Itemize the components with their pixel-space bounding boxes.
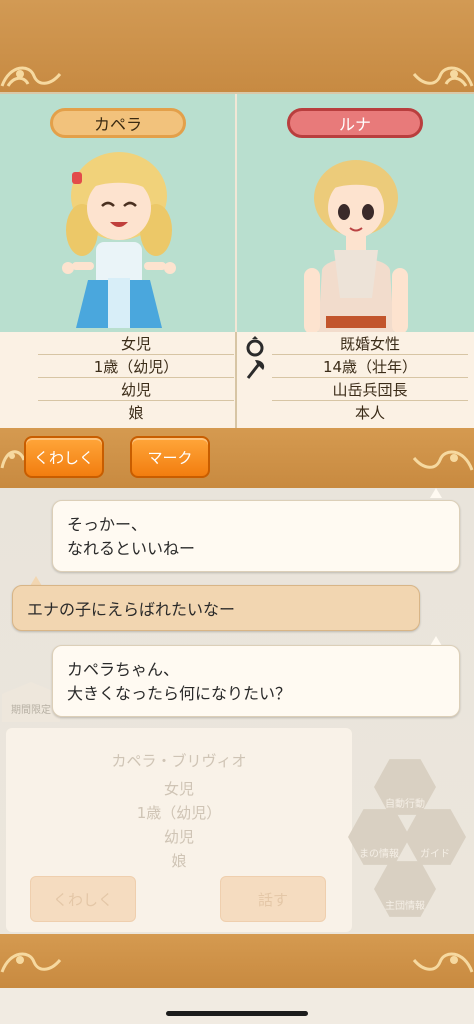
top-frame <box>0 0 474 92</box>
chat-message-3-line-2: 大きくなったら何になりたい？ <box>67 684 292 703</box>
bg-details-button: くわしく <box>30 876 136 922</box>
right-info-age: 14歳（壮年） <box>272 355 468 378</box>
right-info-status: 既婚女性 <box>272 332 468 355</box>
left-character-name: カペラ <box>50 108 186 138</box>
action-bar: くわしく マーク <box>0 428 474 488</box>
bottom-frame <box>0 934 474 988</box>
chat-message-2: エナの子にえらばれたいなー <box>12 585 420 631</box>
chat-message-1-line-2: なれるといいねー <box>67 539 196 558</box>
chat-message-3: カペラちゃん、 大きくなったら何になりたい？ <box>52 645 460 717</box>
bg-info-relation: 娘 <box>171 852 187 870</box>
ornament-right-icon <box>404 440 474 476</box>
chat-message-3-line-1: カペラちゃん、 <box>67 660 180 679</box>
auto-action-button: 自動行動 <box>374 759 436 815</box>
details-button[interactable]: くわしく <box>24 436 104 478</box>
bg-info-job: 幼児 <box>163 828 194 846</box>
ornament-left-icon <box>0 56 70 92</box>
chat-area[interactable]: 期間限定 カペラ・ブリヴィオ 女児 1歳（幼児） 幼児 娘 くわしく 話す 自動… <box>0 488 474 934</box>
bg-info-gender: 女児 <box>163 780 194 798</box>
ornament-right-icon <box>404 942 474 978</box>
left-info-job: 幼児 <box>38 378 234 401</box>
info-divider <box>235 332 237 428</box>
home-indicator[interactable] <box>166 1011 308 1016</box>
chat-message-1: そっかー、 なれるといいねー <box>52 500 460 572</box>
side-menu-item-4: 主団情報 <box>374 861 436 917</box>
left-info-gender: 女児 <box>38 332 234 355</box>
bg-character-name: カペラ・ブリヴィオ <box>111 752 247 770</box>
guide-button: ガイド <box>404 809 466 865</box>
bubble-tail <box>430 488 442 498</box>
side-menu-item-3: まの情報 <box>348 809 410 865</box>
bg-talk-button: 話す <box>220 876 326 922</box>
left-info-age: 1歳（幼児） <box>38 355 234 378</box>
bg-info-age: 1歳（幼児） <box>136 804 222 822</box>
chat-message-1-line-1: そっかー、 <box>67 515 147 534</box>
left-info-relation: 娘 <box>128 404 144 422</box>
axe-icon <box>246 360 265 379</box>
character-info-table: 女児 1歳（幼児） 幼児 娘 既婚女性 14歳（壮年） 山岳兵団長 本人 <box>0 332 474 428</box>
ornament-left-icon <box>0 942 70 978</box>
right-character-name: ルナ <box>287 108 423 138</box>
system-bottom-bar <box>0 988 474 1024</box>
portrait-divider <box>235 94 237 334</box>
right-character-avatar[interactable] <box>296 158 416 334</box>
right-info-job: 山岳兵団長 <box>272 378 468 401</box>
right-info-relation: 本人 <box>354 404 385 422</box>
portrait-panel: カペラ ルナ <box>0 92 474 336</box>
background-character-panel: カペラ・ブリヴィオ 女児 1歳（幼児） 幼児 娘 くわしく 話す <box>6 728 352 932</box>
mark-button[interactable]: マーク <box>130 436 210 478</box>
chat-message-2-line-1: エナの子にえらばれたいなー <box>27 600 236 619</box>
left-character-avatar[interactable] <box>52 150 186 334</box>
ornament-right-icon <box>404 56 474 92</box>
ring-icon <box>246 336 264 357</box>
